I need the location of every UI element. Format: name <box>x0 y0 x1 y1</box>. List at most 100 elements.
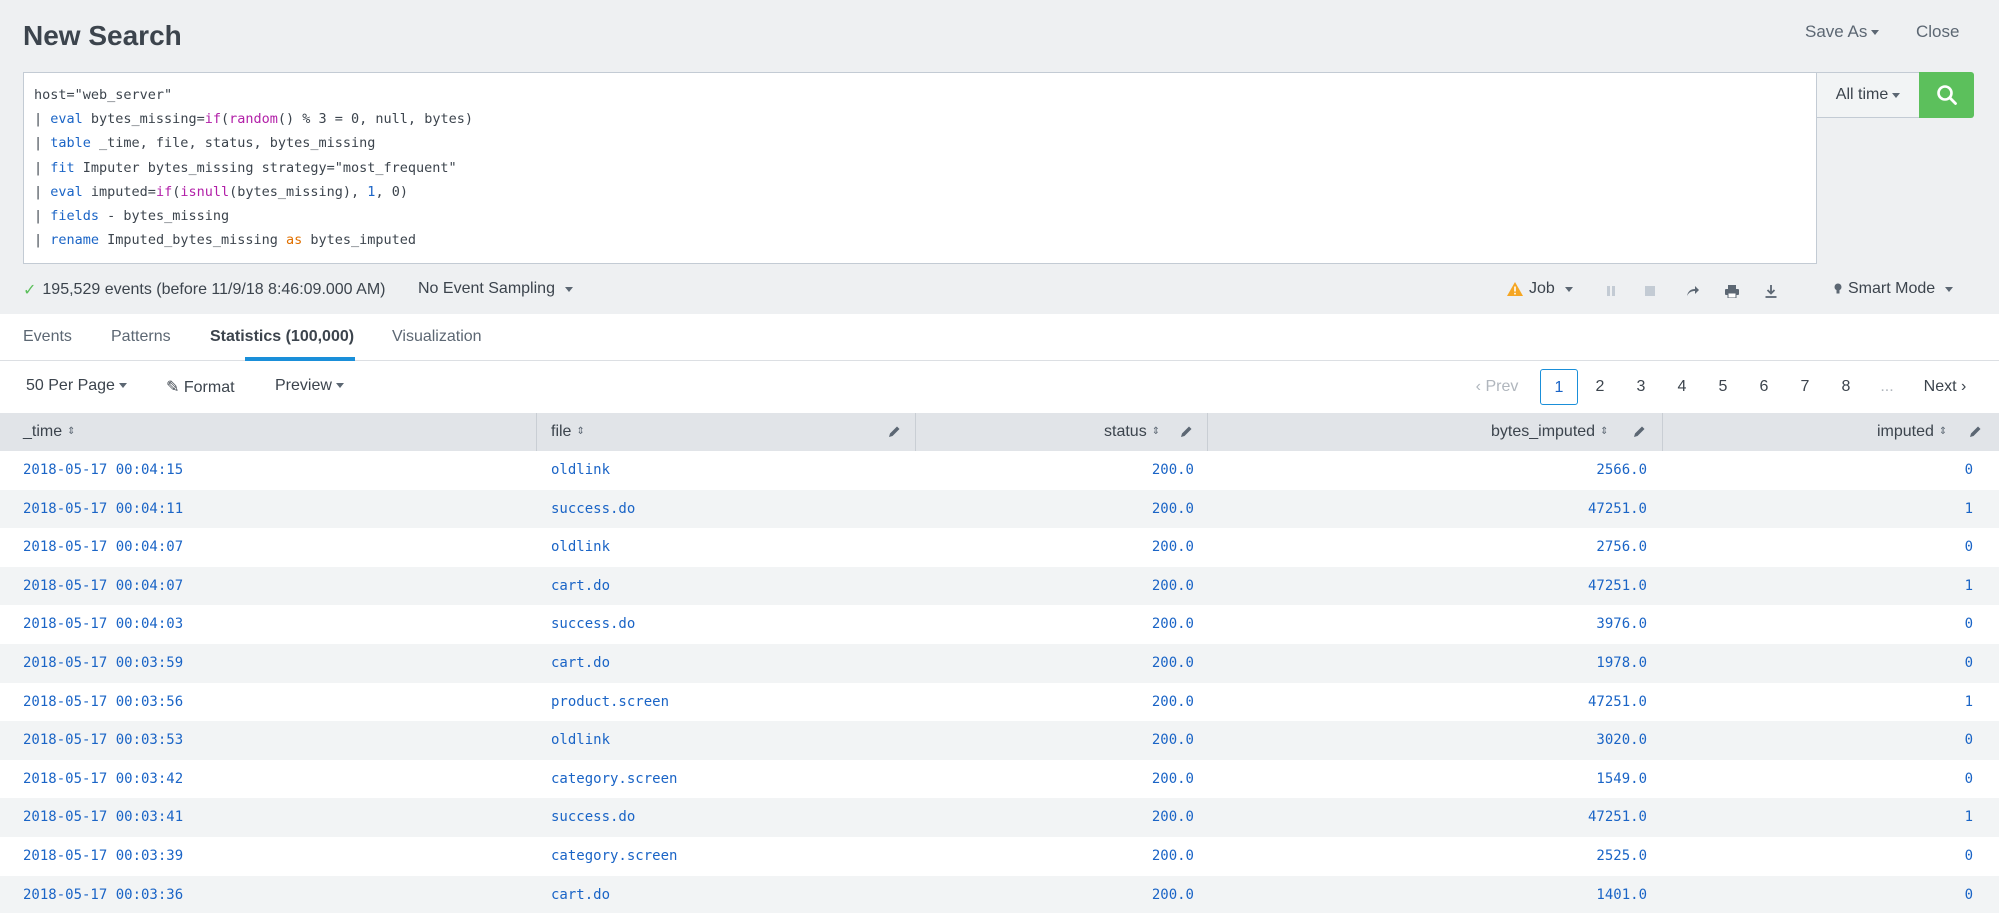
tab-visualization[interactable]: Visualization <box>392 328 482 346</box>
cell-imputed[interactable]: 0 <box>1965 721 1973 760</box>
cell-imputed[interactable]: 1 <box>1965 683 1973 722</box>
column-header-time[interactable]: _time ⇕ <box>23 413 76 451</box>
cell-time[interactable]: 2018-05-17 00:04:11 <box>23 490 183 529</box>
cell-file[interactable]: category.screen <box>551 760 677 799</box>
cell-status[interactable]: 200.0 <box>1152 876 1194 913</box>
cell-status[interactable]: 200.0 <box>1152 490 1194 529</box>
cell-file[interactable]: success.do <box>551 605 635 644</box>
cell-bytes-imputed[interactable]: 1401.0 <box>1596 876 1647 913</box>
pause-icon[interactable] <box>1602 282 1620 300</box>
cell-time[interactable]: 2018-05-17 00:04:03 <box>23 605 183 644</box>
tab-patterns[interactable]: Patterns <box>111 328 171 346</box>
pagination-page-1[interactable]: 1 <box>1540 369 1578 405</box>
tab-events[interactable]: Events <box>23 328 72 346</box>
cell-bytes-imputed[interactable]: 1978.0 <box>1596 644 1647 683</box>
cell-time[interactable]: 2018-05-17 00:04:15 <box>23 451 183 490</box>
cell-bytes-imputed[interactable]: 3976.0 <box>1596 605 1647 644</box>
cell-bytes-imputed[interactable]: 47251.0 <box>1588 490 1647 529</box>
save-as-menu[interactable]: Save As <box>1805 22 1880 42</box>
pagination-page-3[interactable]: 3 <box>1622 369 1660 405</box>
cell-status[interactable]: 200.0 <box>1152 528 1194 567</box>
cell-status[interactable]: 200.0 <box>1152 683 1194 722</box>
per-page-menu[interactable]: 50 Per Page <box>26 377 127 395</box>
search-button[interactable] <box>1919 72 1974 118</box>
job-menu[interactable]: Job <box>1507 280 1573 298</box>
column-header-file[interactable]: file ⇕ <box>551 413 585 451</box>
cell-file[interactable]: oldlink <box>551 528 610 567</box>
tab-statistics[interactable]: Statistics (100,000) <box>210 328 354 346</box>
stop-icon[interactable] <box>1641 282 1659 300</box>
cell-imputed[interactable]: 1 <box>1965 490 1973 529</box>
pagination-page-5[interactable]: 5 <box>1704 369 1742 405</box>
cell-time[interactable]: 2018-05-17 00:04:07 <box>23 567 183 606</box>
time-range-picker[interactable]: All time <box>1816 72 1920 118</box>
edit-column-icon[interactable] <box>1968 425 1982 439</box>
cell-time[interactable]: 2018-05-17 00:03:36 <box>23 876 183 913</box>
cell-time[interactable]: 2018-05-17 00:03:59 <box>23 644 183 683</box>
edit-column-icon[interactable] <box>1632 425 1646 439</box>
cell-time[interactable]: 2018-05-17 00:03:56 <box>23 683 183 722</box>
event-sampling-menu[interactable]: No Event Sampling <box>418 280 573 298</box>
cell-file[interactable]: product.screen <box>551 683 669 722</box>
close-button[interactable]: Close <box>1916 22 1959 42</box>
pagination-page-8[interactable]: 8 <box>1827 369 1865 405</box>
sort-icon: ⇕ <box>1151 426 1161 437</box>
cell-bytes-imputed[interactable]: 47251.0 <box>1588 798 1647 837</box>
cell-bytes-imputed[interactable]: 1549.0 <box>1596 760 1647 799</box>
cell-file[interactable]: success.do <box>551 490 635 529</box>
cell-imputed[interactable]: 0 <box>1965 837 1973 876</box>
cell-bytes-imputed[interactable]: 2525.0 <box>1596 837 1647 876</box>
cell-imputed[interactable]: 1 <box>1965 798 1973 837</box>
cell-imputed[interactable]: 0 <box>1965 528 1973 567</box>
cell-imputed[interactable]: 1 <box>1965 567 1973 606</box>
pagination-page-7[interactable]: 7 <box>1786 369 1824 405</box>
pagination-page-4[interactable]: 4 <box>1663 369 1701 405</box>
cell-time[interactable]: 2018-05-17 00:04:07 <box>23 528 183 567</box>
cell-status[interactable]: 200.0 <box>1152 760 1194 799</box>
pagination-page-6[interactable]: 6 <box>1745 369 1783 405</box>
cell-file[interactable]: oldlink <box>551 451 610 490</box>
cell-time[interactable]: 2018-05-17 00:03:53 <box>23 721 183 760</box>
cell-status[interactable]: 200.0 <box>1152 837 1194 876</box>
cell-time[interactable]: 2018-05-17 00:03:39 <box>23 837 183 876</box>
pagination-prev[interactable]: ‹ Prev <box>1468 369 1526 405</box>
edit-column-icon[interactable] <box>1179 425 1193 439</box>
cell-file[interactable]: oldlink <box>551 721 610 760</box>
cell-bytes-imputed[interactable]: 2566.0 <box>1596 451 1647 490</box>
cell-time[interactable]: 2018-05-17 00:03:41 <box>23 798 183 837</box>
cell-status[interactable]: 200.0 <box>1152 798 1194 837</box>
cell-file[interactable]: cart.do <box>551 876 610 913</box>
share-icon[interactable] <box>1684 282 1702 300</box>
search-query-editor[interactable]: host="web_server" | eval bytes_missing=i… <box>23 72 1817 264</box>
cell-bytes-imputed[interactable]: 47251.0 <box>1588 567 1647 606</box>
cell-bytes-imputed[interactable]: 2756.0 <box>1596 528 1647 567</box>
cell-time[interactable]: 2018-05-17 00:03:42 <box>23 760 183 799</box>
preview-menu[interactable]: Preview <box>275 377 344 395</box>
column-header-status[interactable]: status ⇕ <box>1104 413 1160 451</box>
cell-file[interactable]: cart.do <box>551 567 610 606</box>
edit-column-icon[interactable] <box>887 425 901 439</box>
cell-imputed[interactable]: 0 <box>1965 605 1973 644</box>
column-header-imputed[interactable]: imputed ⇕ <box>1877 413 1947 451</box>
format-menu[interactable]: ✎ Format <box>166 377 235 397</box>
export-icon[interactable] <box>1762 282 1780 300</box>
cell-status[interactable]: 200.0 <box>1152 605 1194 644</box>
cell-status[interactable]: 200.0 <box>1152 567 1194 606</box>
cell-bytes-imputed[interactable]: 47251.0 <box>1588 683 1647 722</box>
pagination-page-2[interactable]: 2 <box>1581 369 1619 405</box>
cell-imputed[interactable]: 0 <box>1965 451 1973 490</box>
column-header-bytes-imputed[interactable]: bytes_imputed ⇕ <box>1491 413 1608 451</box>
cell-imputed[interactable]: 0 <box>1965 760 1973 799</box>
print-icon[interactable] <box>1723 282 1741 300</box>
cell-status[interactable]: 200.0 <box>1152 451 1194 490</box>
cell-file[interactable]: success.do <box>551 798 635 837</box>
cell-imputed[interactable]: 0 <box>1965 644 1973 683</box>
cell-imputed[interactable]: 0 <box>1965 876 1973 913</box>
cell-status[interactable]: 200.0 <box>1152 721 1194 760</box>
pagination-next[interactable]: Next › <box>1915 369 1975 405</box>
search-mode-menu[interactable]: Smart Mode <box>1834 280 1954 298</box>
cell-bytes-imputed[interactable]: 3020.0 <box>1596 721 1647 760</box>
cell-file[interactable]: cart.do <box>551 644 610 683</box>
cell-status[interactable]: 200.0 <box>1152 644 1194 683</box>
cell-file[interactable]: category.screen <box>551 837 677 876</box>
